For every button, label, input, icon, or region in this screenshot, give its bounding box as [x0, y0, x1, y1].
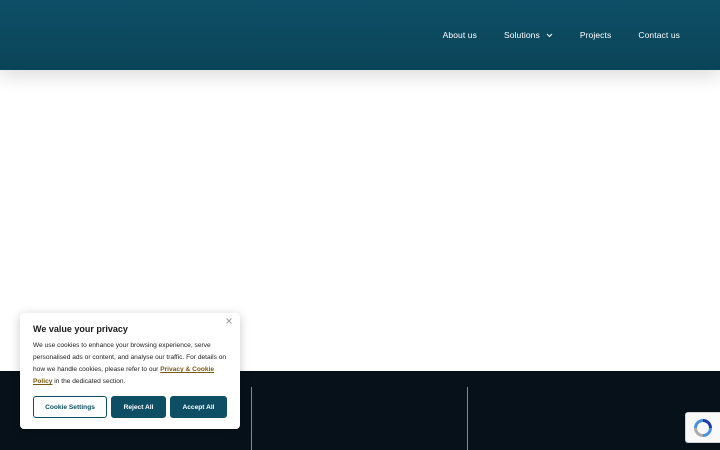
recaptcha-badge[interactable]	[685, 412, 720, 443]
nav-item-label: About us	[442, 30, 477, 40]
nav-item-solutions[interactable]: Solutions	[504, 30, 553, 40]
site-header: About us Solutions Projects Contact us	[0, 0, 720, 70]
main-nav: About us Solutions Projects Contact us	[443, 0, 680, 70]
footer-divider	[467, 387, 468, 450]
nav-item-projects[interactable]: Projects	[580, 30, 612, 40]
chevron-down-icon	[546, 33, 553, 38]
nav-item-contact-us[interactable]: Contact us	[638, 30, 680, 40]
nav-item-label: Projects	[579, 30, 612, 40]
cookie-actions: Cookie Settings Reject All Accept All	[33, 396, 227, 418]
cookie-body-suffix: in the dedicated section.	[54, 378, 126, 385]
cookie-settings-button[interactable]: Cookie Settings	[33, 396, 107, 418]
close-icon[interactable]	[225, 317, 233, 325]
cookie-description: We use cookies to enhance your browsing …	[33, 340, 229, 388]
recaptcha-icon	[692, 417, 714, 439]
nav-item-about-us[interactable]: About us	[443, 30, 477, 40]
nav-item-label: Contact us	[638, 30, 680, 40]
footer-divider	[251, 387, 252, 450]
cookie-title: We value your privacy	[33, 324, 128, 334]
nav-item-label: Solutions	[503, 30, 540, 40]
cookie-consent-banner: We value your privacy We use cookies to …	[20, 313, 240, 429]
reject-all-button[interactable]: Reject All	[111, 396, 166, 418]
accept-all-button[interactable]: Accept All	[170, 396, 227, 418]
